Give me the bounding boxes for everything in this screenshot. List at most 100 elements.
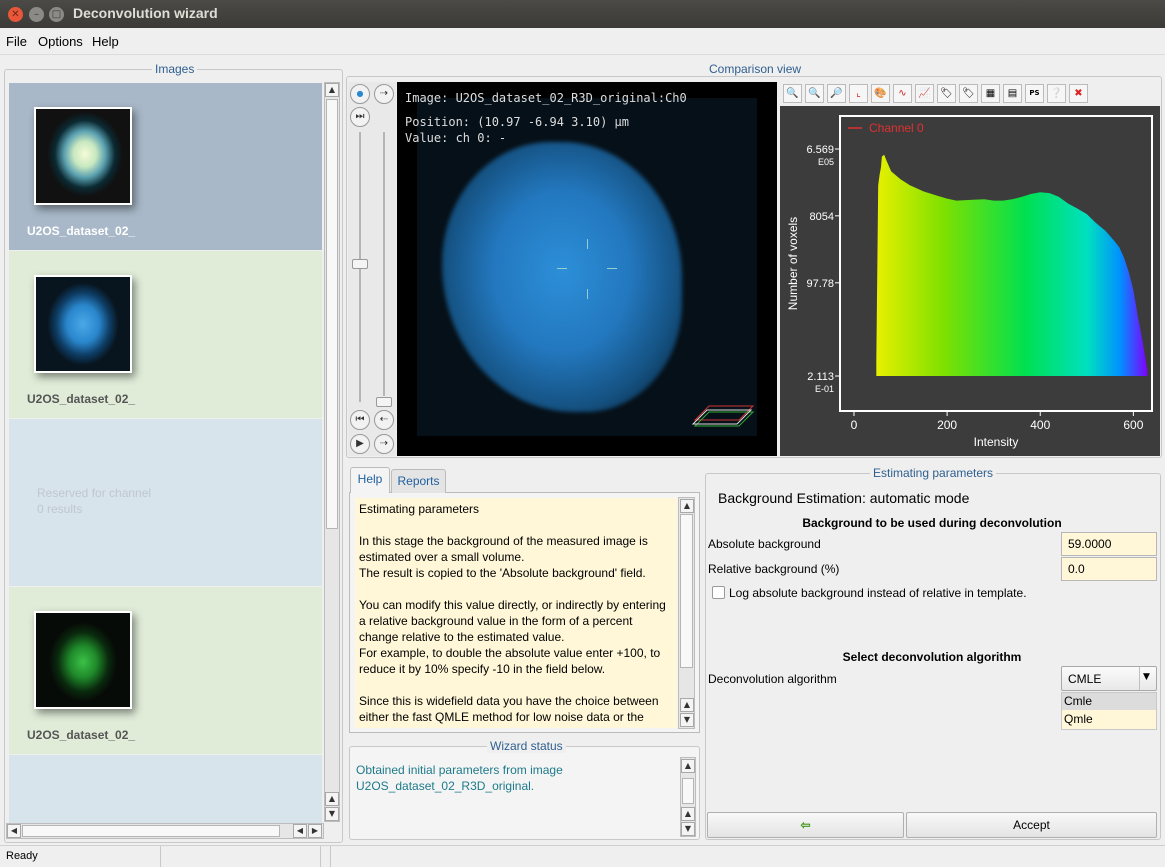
- menu-bar: File Options Help: [0, 28, 1165, 55]
- crosshair: [557, 268, 567, 269]
- images-vscrollbar[interactable]: ▲ ▲ ▼: [324, 82, 340, 822]
- comparison-panel-label: Comparison view: [706, 62, 805, 76]
- y-tick-exponent: E05: [818, 157, 834, 167]
- scroll-down-icon[interactable]: ▼: [325, 807, 339, 821]
- algo-section-title: Select deconvolution algorithm: [842, 650, 1022, 664]
- scroll-down-icon[interactable]: ▼: [681, 822, 695, 836]
- help-vscrollbar[interactable]: ▲ ▲ ▼: [678, 497, 695, 729]
- y-tick-label: 2.113: [807, 371, 834, 383]
- chart-icon[interactable]: 📈: [915, 84, 934, 103]
- thumbnail-label: U2OS_dataset_02_: [27, 728, 136, 742]
- scroll-thumb[interactable]: [326, 99, 338, 529]
- thumbnail-label: U2OS_dataset_02_: [27, 224, 136, 238]
- record-icon[interactable]: ●: [350, 84, 370, 104]
- crosshair: [587, 289, 588, 299]
- next-slice-icon[interactable]: ⇢: [374, 84, 394, 104]
- images-hscrollbar[interactable]: ◀ ◀ ▶: [6, 823, 324, 839]
- scroll-up-icon[interactable]: ▲: [325, 83, 339, 97]
- image-viewer[interactable]: Image: U2OS_dataset_02_R3D_original:Ch0 …: [397, 82, 777, 456]
- scroll-up-icon[interactable]: ▲: [325, 792, 339, 806]
- y-tick-exponent: E-01: [815, 384, 834, 394]
- x-axis-label: Intensity: [974, 435, 1019, 449]
- menu-help[interactable]: Help: [92, 34, 119, 49]
- palette-icon[interactable]: 🎨: [871, 84, 890, 103]
- estimation-heading: Background Estimation: automatic mode: [718, 490, 970, 506]
- scroll-right-icon[interactable]: ▶: [308, 824, 322, 838]
- wizard-status-label: Wizard status: [487, 739, 566, 753]
- log-bg-label: Log absolute background instead of relat…: [729, 586, 1027, 600]
- tab-help[interactable]: Help: [350, 467, 390, 493]
- skip-end-icon[interactable]: ⏭: [350, 107, 370, 127]
- scroll-up-icon[interactable]: ▲: [680, 698, 694, 712]
- image-list-item[interactable]: U2OS_dataset_02_: [9, 587, 322, 754]
- scroll-up-icon[interactable]: ▲: [681, 807, 695, 821]
- minimize-window-icon[interactable]: –: [29, 7, 44, 22]
- zoom-fit-icon[interactable]: 🔎: [827, 84, 846, 103]
- help-paragraph: You can modify this value directly, or i…: [359, 598, 666, 676]
- scroll-left-icon[interactable]: ◀: [7, 824, 21, 838]
- status-bar: Ready: [0, 845, 1165, 867]
- scroll-down-icon[interactable]: ▼: [680, 713, 694, 727]
- prev-slice-icon[interactable]: ⇠: [374, 410, 394, 430]
- help-icon[interactable]: ❔: [1047, 84, 1066, 103]
- select-divider: [1139, 667, 1140, 690]
- ps-icon[interactable]: PS: [1025, 84, 1044, 103]
- crosshair: [607, 268, 617, 269]
- log-bg-checkbox[interactable]: [712, 586, 725, 599]
- maximize-window-icon[interactable]: □: [49, 7, 64, 22]
- tag-icon[interactable]: 🏷: [937, 84, 956, 103]
- accept-button[interactable]: Accept: [906, 812, 1157, 838]
- algo-select[interactable]: CMLE ▼: [1061, 666, 1157, 691]
- bg-section-title: Background to be used during deconvoluti…: [802, 516, 1062, 530]
- status-vscrollbar[interactable]: ▲ ▲ ▼: [680, 757, 696, 837]
- table-icon[interactable]: ▦: [981, 84, 1000, 103]
- algo-option[interactable]: Qmle: [1062, 711, 1156, 728]
- zoom-out-icon[interactable]: 🔍: [805, 84, 824, 103]
- estimating-panel-label: Estimating parameters: [870, 466, 997, 480]
- abs-bg-input[interactable]: 59.0000: [1061, 532, 1157, 556]
- status-divider: [330, 846, 331, 867]
- close-window-icon[interactable]: ✕: [8, 7, 23, 22]
- menu-file[interactable]: File: [6, 34, 27, 49]
- back-button[interactable]: ⇦: [707, 812, 904, 838]
- slice-slider-handle[interactable]: [352, 259, 368, 269]
- axes-icon[interactable]: ⌞: [849, 84, 868, 103]
- curve-icon[interactable]: ∿: [893, 84, 912, 103]
- chevron-down-icon[interactable]: ▼: [1143, 672, 1150, 682]
- zoom-in-icon[interactable]: 🔍: [783, 84, 802, 103]
- play-icon[interactable]: ▶: [350, 434, 370, 454]
- algo-select-value: CMLE: [1068, 672, 1102, 686]
- y-axis-label: Number of voxels: [786, 217, 800, 310]
- close-icon[interactable]: ✖: [1069, 84, 1088, 103]
- export-icon[interactable]: ▤: [1003, 84, 1022, 103]
- rel-bg-input[interactable]: 0.0: [1061, 557, 1157, 581]
- image-list-item: [9, 755, 322, 823]
- menu-options[interactable]: Options: [38, 34, 83, 49]
- image-list-item[interactable]: U2OS_dataset_02_: [9, 251, 322, 418]
- scroll-left-icon[interactable]: ◀: [293, 824, 307, 838]
- skip-start-icon[interactable]: ⏮: [350, 410, 370, 430]
- scroll-thumb[interactable]: [22, 825, 280, 837]
- algo-option[interactable]: Cmle: [1062, 693, 1156, 710]
- thumbnail-image: [34, 275, 132, 373]
- scroll-thumb[interactable]: [682, 778, 694, 804]
- scroll-up-icon[interactable]: ▲: [680, 499, 694, 513]
- zoom-slider-handle[interactable]: [376, 397, 392, 407]
- x-tick-label: 0: [851, 418, 858, 432]
- next-frame-icon[interactable]: ⇢: [374, 434, 394, 454]
- reserved-placeholder: Reserved for channel 0 results: [37, 486, 152, 516]
- thumbnail-image: [34, 611, 132, 709]
- image-list-item: Reserved for channel 0 results: [9, 419, 322, 586]
- zoom-slider-track[interactable]: [383, 132, 385, 396]
- crosshair: [587, 239, 588, 249]
- title-bar: ✕ – □ Deconvolution wizard: [0, 0, 1165, 28]
- image-list-item[interactable]: U2OS_dataset_02_: [9, 83, 322, 250]
- scroll-up-icon[interactable]: ▲: [681, 759, 695, 773]
- y-tick-label: 97.78: [806, 278, 834, 290]
- x-tick-label: 200: [937, 418, 957, 432]
- orientation-box-icon: [691, 405, 755, 427]
- tab-reports[interactable]: Reports: [391, 469, 446, 493]
- scroll-thumb[interactable]: [680, 514, 693, 668]
- histogram-chart[interactable]: 6.569 E05 8054 97.78 2.113 E-01 0 200 400 600 Inte…: [780, 106, 1160, 456]
- label-icon[interactable]: 🏷: [959, 84, 978, 103]
